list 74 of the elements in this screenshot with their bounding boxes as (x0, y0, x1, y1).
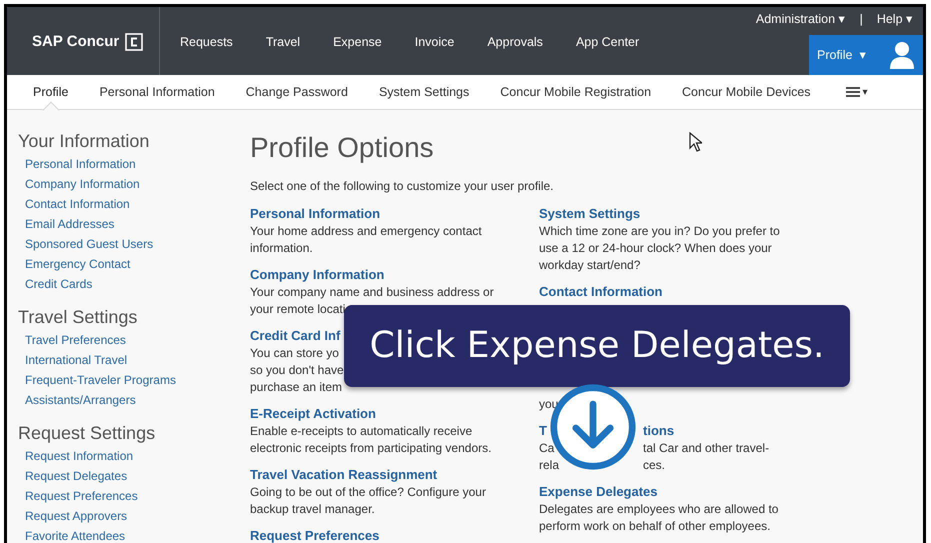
description-text: Which time zone are you in? Do you prefer to (539, 223, 780, 240)
description-text: Ca (539, 440, 554, 457)
nav-link[interactable]: Invoice (414, 32, 454, 52)
section-heading: Your Information (18, 130, 150, 152)
description-text: Your home address and emergency contact (250, 223, 482, 240)
description-text: purchase an item (250, 379, 342, 396)
page-title: Profile Options (250, 131, 434, 165)
nav-link[interactable]: Approvals (487, 32, 543, 52)
logo-text: SAP Concur (32, 32, 120, 52)
description-text: so you don't have (250, 362, 344, 379)
description-text: ces. (643, 457, 666, 474)
sidebar-link[interactable]: Request Information (25, 446, 134, 466)
description-text: your remote locati (250, 301, 346, 318)
sidebar-link[interactable]: Request Approvers (25, 506, 128, 526)
nav-link[interactable]: Travel (266, 32, 300, 52)
avatar-icon (889, 41, 915, 69)
option-link[interactable]: Travel Vacation Reassignment (250, 466, 438, 484)
subnav-tab[interactable]: Profile (33, 75, 68, 109)
profile-button[interactable]: Profile ▾ (809, 35, 923, 75)
option-link[interactable]: T (539, 422, 547, 440)
utility-menu[interactable]: Administration ▾ (756, 10, 846, 29)
cursor-icon (689, 132, 702, 152)
description-text: Your company name and business address or (250, 284, 494, 301)
description-text: Enable e-receipts to automatically receive (250, 423, 472, 440)
description-text: workday start/end? (539, 257, 640, 274)
sidebar-link[interactable]: Personal Information (25, 154, 136, 174)
more-menu-button[interactable]: ▾ (846, 84, 868, 100)
sidebar-link[interactable]: Company Information (25, 174, 140, 194)
description-text: perform work on behalf of other employees. (539, 518, 770, 535)
description-text: rela (539, 457, 560, 474)
description-text: Going to be out of the office? Configure your (250, 484, 486, 501)
section-heading: Travel Settings (18, 306, 138, 328)
description-text: information. (250, 240, 313, 257)
subnav-tab[interactable]: Concur Mobile Devices (682, 75, 811, 109)
instruction-callout: Click Expense Delegates. (344, 305, 850, 387)
subnav-tab[interactable]: System Settings (378, 75, 470, 109)
description-text: Delegates are employees who are allowed to (539, 501, 778, 518)
option-link[interactable]: Request Preferences (250, 527, 380, 543)
sidebar-link[interactable]: Travel Preferences (25, 330, 126, 350)
option-link[interactable]: Contact Information (539, 283, 662, 301)
subnav-tab[interactable]: Change Password (246, 75, 348, 109)
sidebar-link[interactable]: Frequent-Traveler Programs (25, 370, 176, 390)
description-text: You can store yo (250, 345, 339, 362)
nav-link[interactable]: App Center (576, 32, 640, 52)
option-link[interactable]: Credit Card Inf (250, 327, 340, 345)
option-link[interactable]: Company Information (250, 266, 384, 284)
description-text: backup travel manager. (250, 501, 375, 518)
nav-link[interactable]: Expense (333, 32, 382, 52)
option-link[interactable]: Expense Delegates (539, 483, 658, 501)
separator-text: | (860, 11, 863, 28)
sidebar-link[interactable]: Request Preferences (25, 486, 138, 506)
intro-text: Select one of the following to customize your user profile. (250, 178, 554, 195)
description-text: use a 12 or 24-hour clock? When does your (539, 240, 772, 257)
description-text: tal Car and other travel- (643, 440, 770, 457)
option-link[interactable]: E-Receipt Activation (250, 405, 376, 423)
sidebar-link[interactable]: International Travel (25, 350, 128, 370)
sidebar-link[interactable]: Credit Cards (25, 274, 92, 294)
nav-link[interactable]: Requests (180, 32, 233, 52)
sidebar-link[interactable]: Emergency Contact (25, 254, 130, 274)
sidebar-link[interactable]: Assistants/Arrangers (25, 390, 136, 410)
sidebar-link[interactable]: Email Addresses (25, 214, 114, 234)
sidebar-link[interactable]: Request Delegates (25, 466, 128, 486)
sidebar-link[interactable]: Favorite Attendees (25, 526, 126, 543)
option-link[interactable]: tions (643, 422, 674, 440)
sidebar-link[interactable]: Sponsored Guest Users (25, 234, 154, 254)
option-link[interactable]: System Settings (539, 205, 640, 223)
section-heading: Request Settings (18, 422, 156, 444)
subnav-tab[interactable]: Personal Information (99, 75, 215, 109)
sidebar-link[interactable]: Contact Information (25, 194, 130, 214)
description-text: electronic receipts from participating vendors. (250, 440, 492, 457)
subnav-tab[interactable]: Concur Mobile Registration (500, 75, 652, 109)
utility-menu[interactable]: Help ▾ (876, 10, 913, 29)
option-link[interactable]: Personal Information (250, 205, 380, 223)
logo-icon (125, 33, 144, 51)
